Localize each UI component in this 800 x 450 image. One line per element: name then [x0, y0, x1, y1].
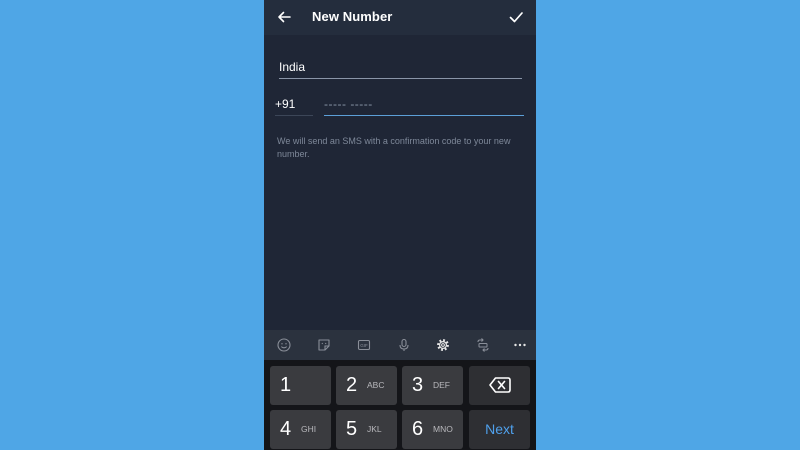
info-text: We will send an SMS with a confirmation … [277, 136, 511, 159]
key-digit: 5 [346, 418, 358, 440]
country-code-input[interactable] [275, 93, 313, 115]
keyboard-toolbar: GIF [264, 330, 536, 360]
key-1[interactable]: 1 [270, 366, 331, 405]
emoji-icon[interactable] [276, 337, 292, 353]
key-2[interactable]: 2 ABC [336, 366, 397, 405]
next-label: Next [485, 421, 514, 437]
check-icon[interactable] [506, 7, 526, 27]
key-letters: ABC [367, 380, 385, 390]
settings-icon[interactable] [435, 337, 451, 353]
key-letters: GHI [301, 424, 317, 434]
more-icon[interactable] [512, 337, 528, 353]
phone-screen: New Number India We will send an SMS wit… [264, 0, 536, 450]
translate-icon[interactable] [475, 337, 491, 353]
key-digit: 2 [346, 374, 358, 396]
gif-label: GIF [360, 343, 368, 348]
page-title: New Number [312, 9, 393, 24]
backspace-key[interactable] [469, 366, 530, 405]
key-digit: 3 [412, 374, 424, 396]
key-digit: 4 [280, 418, 292, 440]
key-3[interactable]: 3 DEF [402, 366, 463, 405]
key-letters: JKL [367, 424, 382, 434]
key-letters: MNO [433, 424, 453, 434]
country-value: India [279, 60, 306, 74]
gif-icon[interactable]: GIF [356, 337, 372, 353]
key-digit: 6 [412, 418, 424, 440]
backspace-icon [489, 377, 511, 393]
key-letters: DEF [433, 380, 450, 390]
arrow-left-icon[interactable] [274, 7, 294, 27]
microphone-icon[interactable] [396, 337, 412, 353]
next-key[interactable]: Next [469, 410, 530, 449]
numeric-keyboard: 1 2 ABC 3 DEF 4 GHI 5 JKL 6 MNO Next [264, 360, 536, 450]
country-code-field[interactable] [275, 93, 313, 116]
phone-number-input[interactable] [324, 93, 524, 115]
phone-number-field[interactable] [324, 93, 524, 116]
key-6[interactable]: 6 MNO [402, 410, 463, 449]
key-digit: 1 [280, 374, 292, 396]
app-bar: New Number [264, 0, 536, 35]
key-5[interactable]: 5 JKL [336, 410, 397, 449]
country-field[interactable]: India [279, 56, 522, 79]
sticker-icon[interactable] [316, 337, 332, 353]
key-4[interactable]: 4 GHI [270, 410, 331, 449]
